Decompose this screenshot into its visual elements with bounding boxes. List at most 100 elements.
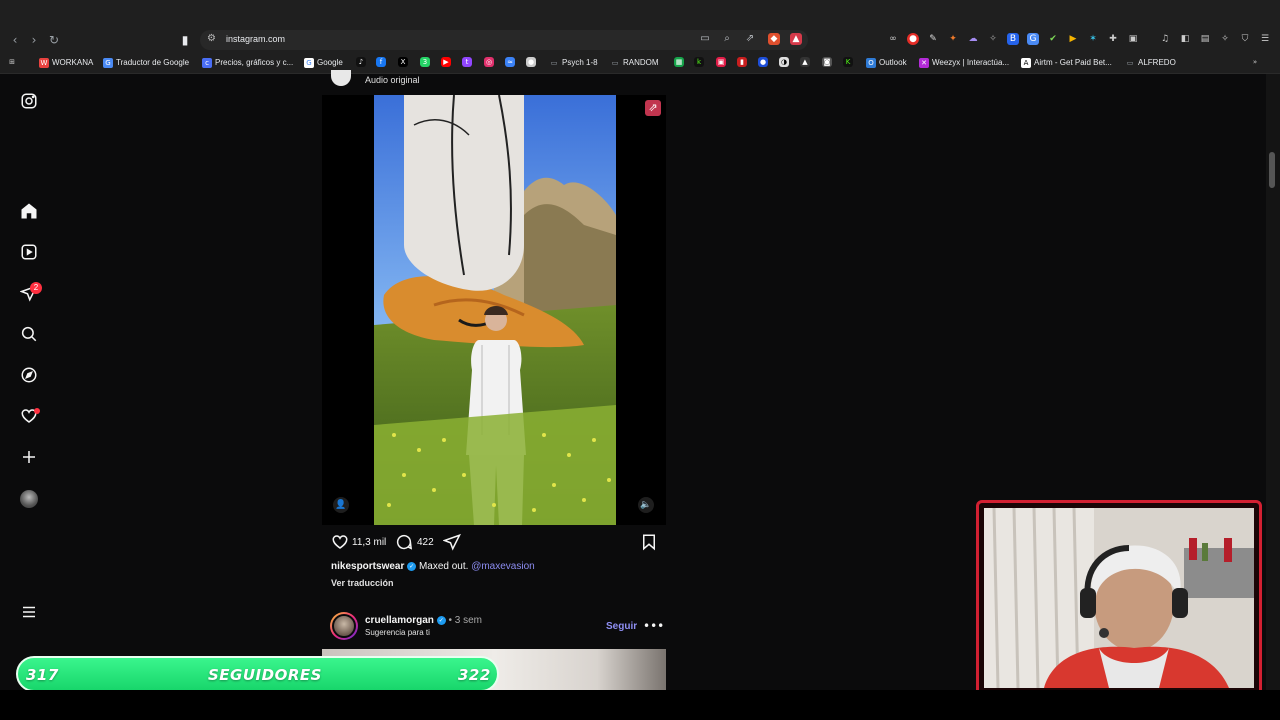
likes-count[interactable]: 11,3 mil <box>352 537 386 548</box>
bookmark-item[interactable]: ✕ Weezyx | Interactúa... <box>919 56 1009 70</box>
more-options-icon[interactable]: ••• <box>643 619 664 633</box>
open-external-icon[interactable]: ⇗ <box>645 100 661 116</box>
bookmark-icon[interactable]: ▣ <box>716 57 726 67</box>
see-translation-link[interactable]: Ver traducción <box>331 578 394 588</box>
bookmark-icon[interactable]: ▦ <box>674 57 684 67</box>
next-post-avatar[interactable] <box>330 612 358 640</box>
next-post-time: • 3 sem <box>448 615 482 626</box>
share-post-icon[interactable] <box>443 533 461 551</box>
back-icon[interactable]: ‹ <box>8 33 22 47</box>
apps-icon[interactable]: ⊞ <box>7 57 17 67</box>
leo-icon[interactable]: ✧ <box>1219 33 1231 45</box>
follow-button[interactable]: Seguir <box>606 621 637 632</box>
bookmark-icon[interactable]: ◙ <box>822 57 832 67</box>
followers-label: SEGUIDORES <box>208 666 322 684</box>
extension-icon[interactable]: ✶ <box>1087 33 1099 45</box>
bookmark-page-icon[interactable]: ▮ <box>178 33 192 47</box>
comments-count[interactable]: 422 <box>417 537 434 548</box>
weezyx-icon: ✕ <box>919 58 929 68</box>
search-icon[interactable] <box>19 325 39 345</box>
extension-icon[interactable]: ∞ <box>887 33 899 45</box>
reels-icon[interactable] <box>19 243 39 263</box>
brave-rewards-icon[interactable]: ▲ <box>790 33 802 45</box>
bookmark-icon[interactable]: ≈ <box>505 57 515 67</box>
address-bar[interactable]: ⚙ instagram.com <box>200 30 808 50</box>
wallet-icon[interactable]: ▤ <box>1199 33 1211 45</box>
brave-shields-icon[interactable]: ◆ <box>768 33 780 45</box>
messages-badge: 2 <box>30 282 42 294</box>
bookmark-folder[interactable]: ▭ RANDOM <box>610 56 659 70</box>
kick-icon[interactable]: K <box>843 57 853 67</box>
video-frame[interactable] <box>374 95 616 525</box>
extensions-puzzle-icon[interactable]: ✚ <box>1107 33 1119 45</box>
post-caption: nikesportswear ✓ Maxed out. @maxevasion <box>331 561 535 572</box>
next-post-author[interactable]: cruellamorgan <box>365 615 434 626</box>
bookmark-item[interactable]: G Traductor de Google <box>103 56 189 70</box>
site-info-icon[interactable]: ⚙ <box>207 33 216 44</box>
cast-icon[interactable]: ▭ <box>699 33 711 45</box>
tagged-user-icon[interactable]: 👤 <box>333 497 349 513</box>
facebook-icon[interactable]: f <box>376 57 386 67</box>
extension-icon[interactable]: ▣ <box>1127 33 1139 45</box>
caption-author[interactable]: nikesportswear <box>331 561 404 572</box>
bookmark-item[interactable]: G Google <box>304 56 343 70</box>
more-bookmarks-icon[interactable]: » <box>1250 57 1260 67</box>
vpn-icon[interactable]: ⛉ <box>1239 33 1251 45</box>
airtm-icon: A <box>1021 58 1031 68</box>
extension-icon[interactable]: ✧ <box>987 33 999 45</box>
extension-icon[interactable]: ☁ <box>967 33 979 45</box>
translate-icon: G <box>103 58 113 68</box>
like-icon[interactable] <box>331 533 349 551</box>
comment-icon[interactable] <box>395 533 413 551</box>
instagram-bm-icon[interactable]: ◎ <box>484 57 494 67</box>
media-icon[interactable]: ♫ <box>1159 33 1171 45</box>
coingecko-icon: c <box>202 58 212 68</box>
save-icon[interactable] <box>640 533 658 551</box>
extension-icon[interactable]: ▶ <box>1067 33 1079 45</box>
kick-icon[interactable]: k <box>694 57 704 67</box>
bookmark-icon[interactable]: ▮ <box>737 57 747 67</box>
bookmark-icon[interactable]: ▲ <box>800 57 810 67</box>
bookmark-item[interactable]: W WORKANA <box>39 56 93 70</box>
notification-dot <box>34 408 40 414</box>
sidebar-icon[interactable]: ◧ <box>1179 33 1191 45</box>
bookmark-icon[interactable]: ● <box>526 57 536 67</box>
forward-icon[interactable]: › <box>27 33 41 47</box>
bookmark-icon[interactable]: ◑ <box>779 57 789 67</box>
bookmark-icon[interactable]: ● <box>758 57 768 67</box>
reload-icon[interactable]: ↻ <box>47 33 61 47</box>
followers-current: 317 <box>26 666 59 684</box>
caption-mention[interactable]: @maxevasion <box>471 561 535 572</box>
bookmark-folder[interactable]: ▭ Psych 1-8 <box>549 56 598 70</box>
verified-icon: ✓ <box>436 615 446 625</box>
youtube-icon[interactable]: ▶ <box>441 57 451 67</box>
more-menu-icon[interactable] <box>19 603 39 623</box>
tiktok-icon[interactable]: ♪ <box>356 57 366 67</box>
scrollbar-thumb[interactable] <box>1269 152 1275 188</box>
next-post-suggestion: Sugerencia para ti <box>365 628 430 637</box>
create-icon[interactable] <box>19 448 39 468</box>
twitch-icon[interactable]: t <box>462 57 472 67</box>
extension-icon[interactable]: ✦ <box>947 33 959 45</box>
menu-icon[interactable]: ☰ <box>1259 33 1271 45</box>
extension-icon[interactable]: ✔ <box>1047 33 1059 45</box>
profile-avatar[interactable] <box>20 490 38 508</box>
share-icon[interactable]: ⇗ <box>744 33 756 45</box>
x-icon[interactable]: X <box>398 57 408 67</box>
mute-icon[interactable]: 🔈 <box>638 497 654 513</box>
extension-icon[interactable]: B <box>1007 33 1019 45</box>
audio-label[interactable]: Audio original <box>365 75 420 85</box>
url-text: instagram.com <box>226 34 286 44</box>
extension-icon[interactable]: G <box>1027 33 1039 45</box>
extension-icon[interactable]: ● <box>907 33 919 45</box>
instagram-logo-icon[interactable] <box>19 92 39 112</box>
extension-icon[interactable]: ✎ <box>927 33 939 45</box>
bookmark-item[interactable]: A Airtm - Get Paid Bet... <box>1021 56 1112 70</box>
bookmark-folder[interactable]: ▭ ALFREDO <box>1125 56 1176 70</box>
zoom-icon[interactable]: ⌕ <box>721 33 733 45</box>
bookmark-item[interactable]: c Precios, gráficos y c... <box>202 56 293 70</box>
whatsapp-icon[interactable]: 3 <box>420 57 430 67</box>
explore-icon[interactable] <box>19 366 39 386</box>
home-icon[interactable] <box>19 202 39 222</box>
bookmark-item[interactable]: O Outlook <box>866 56 907 70</box>
